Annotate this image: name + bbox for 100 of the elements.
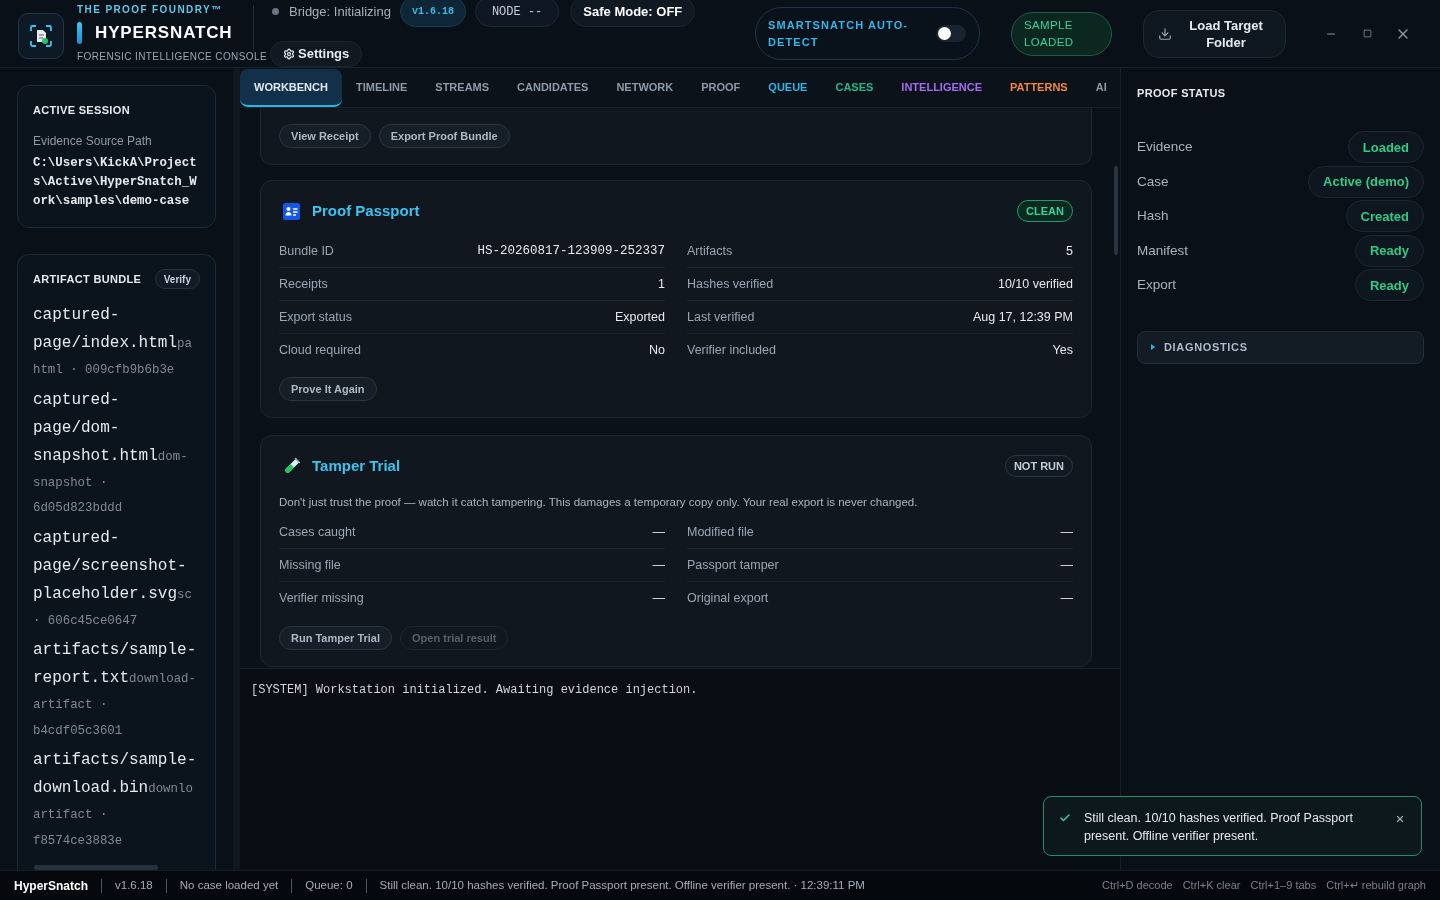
status-pill: Ready xyxy=(1354,269,1424,302)
sample-loaded-badge: SAMPLE LOADED xyxy=(1011,11,1112,56)
field-label: Modified file xyxy=(687,523,754,541)
shortcut-hint: Ctrl+D decode xyxy=(1102,878,1173,894)
app-name: HyperSnatch xyxy=(14,877,89,895)
status-label: Manifest xyxy=(1137,241,1189,260)
app-title: HYPERSNATCH xyxy=(95,22,233,44)
download-icon xyxy=(1158,26,1172,41)
artifact-meta: artifact · b4cdf05c3601 xyxy=(33,697,124,740)
nav-tab[interactable]: TIMELINE xyxy=(341,69,422,107)
field-value: — xyxy=(1060,523,1073,541)
status-text: No case loaded yet xyxy=(179,877,279,893)
status-text: Still clean. 10/10 hashes verified. Proof Passport present. Offline verifier present. · 12:39:11 PM xyxy=(379,877,865,893)
field-label: Evidence Source Path xyxy=(33,134,153,148)
status-badge: NOT RUN xyxy=(1004,455,1073,477)
artifact-meta: snapshot · 6d05d823bddd xyxy=(33,474,124,517)
action-button[interactable]: Run Tamper Trial xyxy=(279,626,393,650)
nav-tab[interactable]: CASES xyxy=(821,69,888,107)
field-value: — xyxy=(652,523,665,541)
status-text: v1.6.18 xyxy=(115,877,153,893)
field-label: Last verified xyxy=(687,308,755,326)
node-badge: NODE -- xyxy=(474,0,560,27)
field-label: Passport tamper xyxy=(687,556,779,574)
field-label: Missing file xyxy=(279,556,341,574)
card-description: Don't just trust the proof — watch it catch tampering. This damages a temporary copy only. Your real export is never changed. xyxy=(279,495,919,510)
nav-tab[interactable]: NETWORK xyxy=(602,69,688,107)
field-label: Cloud required xyxy=(279,342,361,360)
field-value: — xyxy=(1060,590,1073,608)
brand-eyebrow: THE PROOF FOUNDRY™ xyxy=(77,3,224,16)
field-label: Receipts xyxy=(279,275,328,293)
status-pill: Active (demo) xyxy=(1308,165,1424,198)
nav-tab[interactable]: QUEUE xyxy=(754,69,822,107)
card-title: ARTIFACT BUNDLE xyxy=(33,271,142,287)
load-folder-button[interactable]: Load Target Folder xyxy=(1143,9,1286,58)
status-label: Export xyxy=(1137,276,1177,295)
status-text: Queue: 0 xyxy=(305,877,353,893)
field-label: Verifier missing xyxy=(279,590,364,608)
maximize-icon xyxy=(1362,29,1372,38)
action-button[interactable]: View Receipt xyxy=(279,124,371,148)
status-label: Hash xyxy=(1137,207,1169,226)
field-value: Yes xyxy=(1052,342,1073,360)
artifact-meta: html · 009cfb9b6b3e xyxy=(33,362,176,379)
shortcut-hint: Ctrl+↵ rebuild graph xyxy=(1326,878,1426,894)
toggle-switch[interactable] xyxy=(936,25,966,42)
status-label: Case xyxy=(1137,172,1169,191)
accent-bar xyxy=(77,22,82,44)
action-button[interactable]: Prove It Again xyxy=(279,377,377,401)
nav-tab[interactable]: PATTERNS xyxy=(996,69,1082,107)
field-value: Aug 17, 12:39 PM xyxy=(972,308,1073,326)
field-value: 10/10 verified xyxy=(997,275,1073,293)
panel-title: PROOF STATUS xyxy=(1137,86,1227,100)
status-pill: Ready xyxy=(1354,234,1424,267)
field-value: — xyxy=(1060,556,1073,574)
diagnostics-toggle[interactable]: DIAGNOSTICS xyxy=(1137,330,1424,364)
source-path: C:\Users\KickA\Projects\Active\HyperSnatch_Work\samples\demo-case xyxy=(33,155,198,210)
test-tube-icon xyxy=(283,457,301,475)
shortcut-hint: Ctrl+1–9 tabs xyxy=(1250,878,1317,894)
log-line: [SYSTEM] Workstation initialized. Awaiting evidence injection. xyxy=(251,682,699,698)
check-icon xyxy=(1059,812,1071,824)
verify-button[interactable]: Verify xyxy=(154,269,200,289)
toast-message: Still clean. 10/10 hashes verified. Proof Passport present. Offline verifier present. xyxy=(1084,810,1354,845)
field-label: Export status xyxy=(279,308,352,326)
status-badge: CLEAN xyxy=(1017,200,1073,222)
field-value: — xyxy=(652,556,665,574)
safe-mode-button[interactable]: Safe Mode: OFF xyxy=(570,0,696,27)
settings-button[interactable]: Settings xyxy=(270,41,363,67)
artifact-meta: · 606c45ce0647 xyxy=(33,612,139,630)
artifact-name[interactable]: captured-page/screenshot-placeholder.svgsc xyxy=(33,523,200,608)
auto-detect-label: SMARTSNATCH AUTO-DETECT xyxy=(768,17,910,50)
nav-tab[interactable]: INTELLIGENCE xyxy=(887,69,997,107)
id-card-icon xyxy=(283,202,300,220)
bridge-status: Bridge: Initializing xyxy=(289,2,391,21)
app-subtitle: FORENSIC INTELLIGENCE CONSOLE xyxy=(77,50,267,64)
version-badge: v1.6.18 xyxy=(399,0,466,27)
horizontal-scrollbar[interactable] xyxy=(34,865,158,870)
nav-tab[interactable]: PROOF xyxy=(687,69,755,107)
vertical-scrollbar[interactable] xyxy=(1114,166,1118,255)
field-value: Exported xyxy=(614,308,665,326)
field-value: HS-20260817-123909-252337 xyxy=(477,242,665,260)
nav-tab[interactable]: WORKBENCH xyxy=(240,69,342,107)
card-title: Tamper Trial xyxy=(312,455,401,476)
card-title: ACTIVE SESSION xyxy=(33,103,131,117)
field-label: Artifacts xyxy=(687,242,733,260)
action-button[interactable]: Export Proof Bundle xyxy=(378,124,510,148)
status-pill: Loaded xyxy=(1347,131,1424,164)
field-label: Verifier included xyxy=(687,342,776,360)
field-label: Bundle ID xyxy=(279,242,334,260)
field-value: 1 xyxy=(658,275,665,293)
field-value: 5 xyxy=(1066,242,1073,260)
settings-icon xyxy=(283,48,295,60)
status-pill: Created xyxy=(1345,200,1424,233)
status-label: Evidence xyxy=(1137,138,1193,157)
nav-tab[interactable]: CANDIDATES xyxy=(503,69,603,107)
card-title: Proof Passport xyxy=(312,200,420,221)
field-label: Hashes verified xyxy=(687,275,774,293)
field-value: No xyxy=(649,342,665,360)
nav-tab[interactable]: AI xyxy=(1081,69,1120,107)
nav-tab[interactable]: STREAMS xyxy=(421,69,504,107)
shortcut-hint: Ctrl+K clear xyxy=(1182,878,1241,894)
close-icon xyxy=(1395,814,1405,824)
